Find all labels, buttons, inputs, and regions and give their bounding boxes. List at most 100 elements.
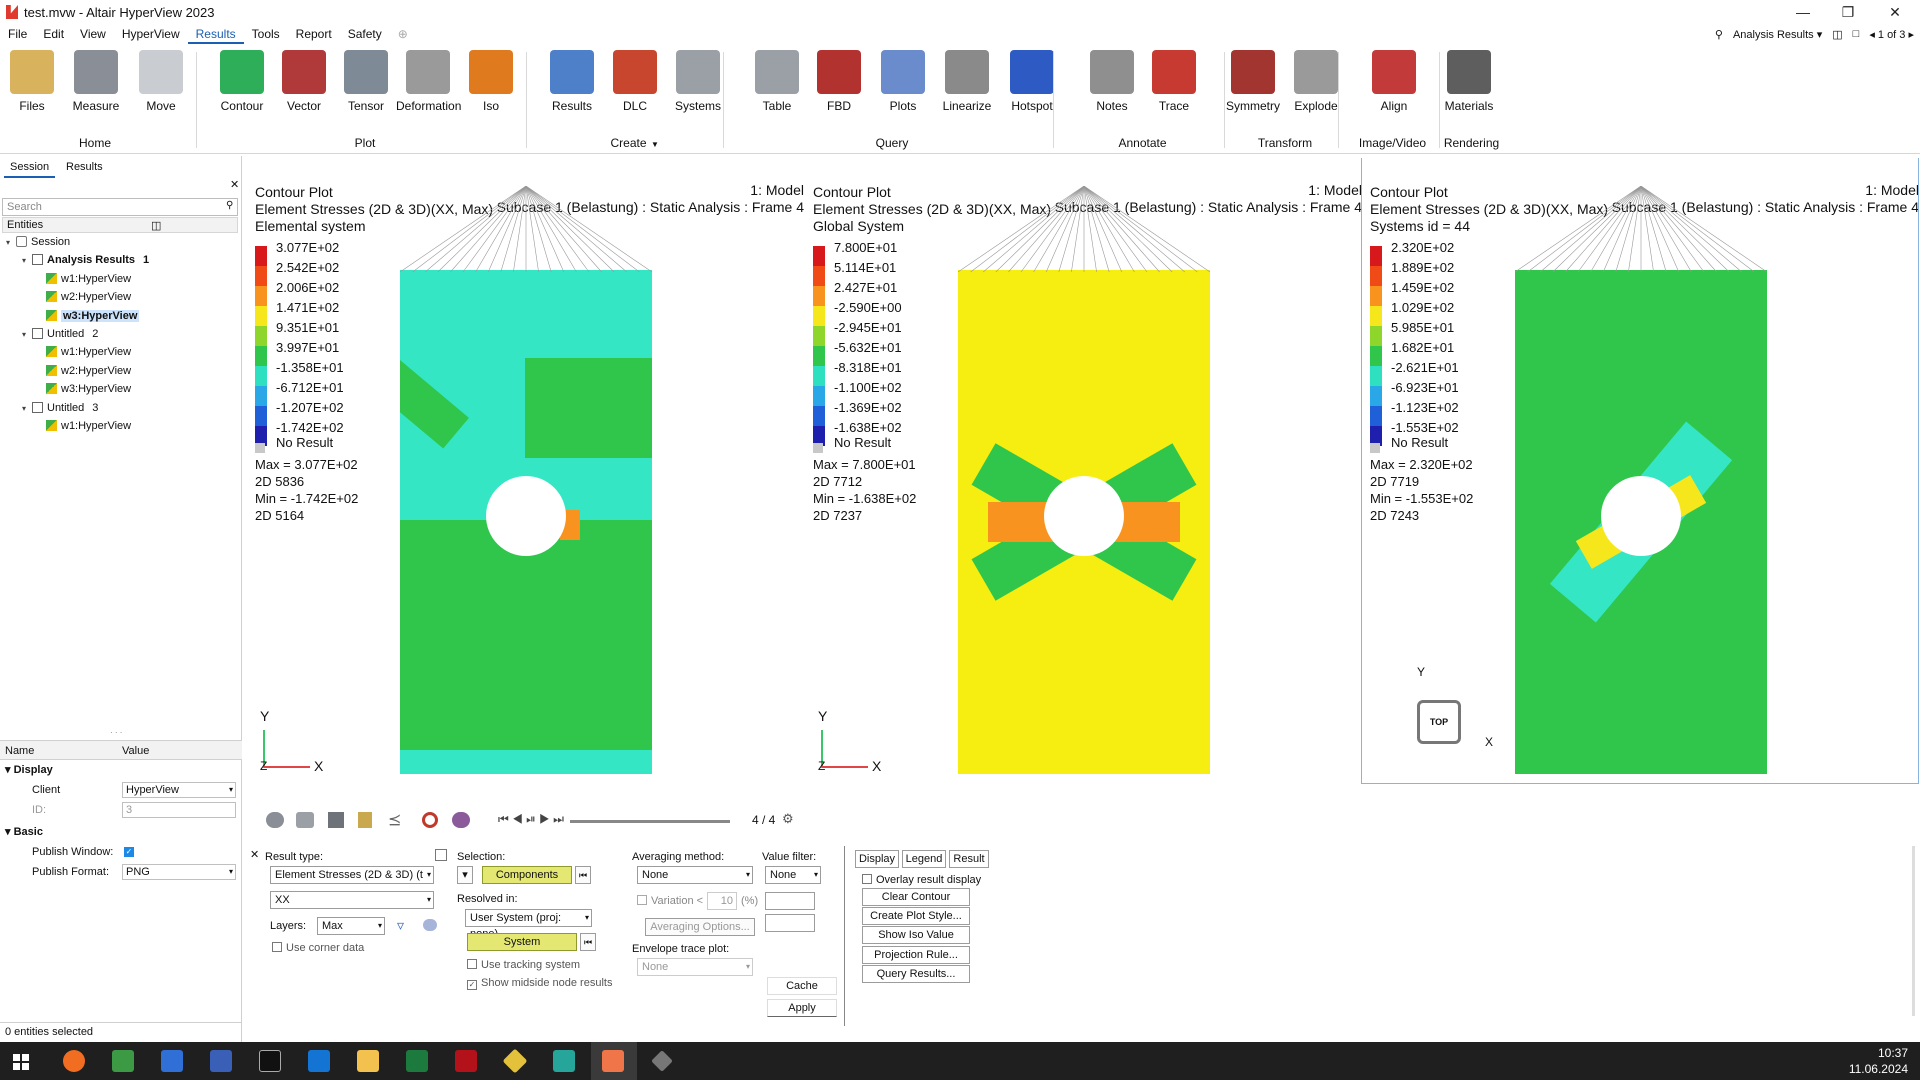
- close-button[interactable]: ✕: [1880, 2, 1910, 22]
- camera-icon[interactable]: [452, 812, 470, 828]
- app-icon[interactable]: [455, 1050, 477, 1072]
- save-icon[interactable]: [210, 1050, 232, 1072]
- system-button[interactable]: System: [467, 933, 577, 951]
- view-icon[interactable]: [266, 812, 284, 828]
- frame-slider[interactable]: [570, 820, 730, 823]
- projection-rule-button[interactable]: Projection Rule...: [862, 945, 970, 964]
- tool-measure[interactable]: Measure: [64, 50, 128, 113]
- expand-icon[interactable]: ▾: [22, 327, 32, 343]
- system-reset-button[interactable]: ⏮: [580, 933, 596, 951]
- tool-fbd[interactable]: FBD: [807, 50, 871, 113]
- contour-mesh[interactable]: [400, 270, 652, 774]
- menu-edit[interactable]: Edit: [35, 24, 72, 44]
- menu-results[interactable]: Results: [187, 24, 244, 44]
- section-basic[interactable]: ▾ Basic: [0, 822, 242, 842]
- terminal-icon[interactable]: [259, 1050, 281, 1072]
- menu-report[interactable]: Report: [288, 24, 340, 44]
- publish-window-checkbox[interactable]: ✓: [124, 847, 134, 857]
- tool-plots[interactable]: Plots: [871, 50, 935, 113]
- app-icon[interactable]: [502, 1048, 528, 1074]
- expand-icon[interactable]: ▾: [6, 235, 16, 251]
- viewport-2[interactable]: Contour Plot Element Stresses (2D & 3D)(X…: [808, 178, 1362, 778]
- zoom-icon[interactable]: [422, 812, 438, 828]
- tree-item-untitled[interactable]: ▾ Untitled 3: [22, 400, 98, 416]
- excel-icon[interactable]: [406, 1050, 428, 1072]
- search-icon[interactable]: ⚲: [1715, 28, 1723, 41]
- splitter-handle[interactable]: · · ·: [110, 728, 122, 737]
- display-icon[interactable]: [296, 812, 314, 828]
- close-panel-icon[interactable]: ✕: [230, 178, 239, 191]
- add-menu-icon[interactable]: ⊕: [390, 24, 416, 44]
- filter-icon[interactable]: ◫: [151, 219, 161, 232]
- tool-results[interactable]: Results: [540, 50, 604, 113]
- hyperview-icon[interactable]: [602, 1050, 624, 1072]
- outlook-icon[interactable]: [308, 1050, 330, 1072]
- scrollbar[interactable]: [1912, 846, 1915, 1016]
- viewport-3[interactable]: Contour Plot Element Stresses (2D & 3D)(X…: [1361, 158, 1919, 784]
- powershell-icon[interactable]: [161, 1050, 183, 1072]
- client-select[interactable]: HyperView ▾: [122, 782, 236, 798]
- create-plot-style-button[interactable]: Create Plot Style...: [862, 907, 970, 926]
- value-filter-min[interactable]: [765, 892, 815, 910]
- show-midside-checkbox[interactable]: ✓ Show midside node results: [467, 977, 612, 990]
- tool-hotspot[interactable]: Hotspot: [1000, 50, 1064, 113]
- variation-checkbox[interactable]: Variation <: [637, 895, 703, 907]
- tool-iso[interactable]: Iso: [459, 50, 523, 113]
- menu-tools[interactable]: Tools: [244, 24, 288, 44]
- layers-icon[interactable]: [423, 919, 437, 931]
- close-panel-icon[interactable]: ✕: [250, 848, 259, 861]
- tool-dlc[interactable]: DLC: [603, 50, 667, 113]
- animation-controls[interactable]: ⏮ ◀ ⏯ ▶ ⏭: [498, 812, 564, 827]
- averaging-options-button[interactable]: Averaging Options...: [645, 918, 755, 936]
- app-icon[interactable]: [112, 1050, 134, 1072]
- menu-hyperview[interactable]: HyperView: [114, 24, 188, 44]
- value-filter-select[interactable]: None ▾: [765, 866, 821, 884]
- tool-symmetry[interactable]: Symmetry: [1221, 50, 1285, 113]
- use-tracking-checkbox[interactable]: Use tracking system: [467, 959, 580, 971]
- tool-notes[interactable]: Notes: [1080, 50, 1144, 113]
- result-type-select[interactable]: Element Stresses (2D & 3D) (t ▾: [270, 866, 434, 884]
- tool-materials[interactable]: Materials: [1437, 50, 1501, 113]
- expand-icon[interactable]: ▾: [22, 253, 32, 269]
- tab-results[interactable]: Results: [60, 158, 109, 176]
- minimize-button[interactable]: —: [1788, 2, 1818, 22]
- layers-select[interactable]: Max ▾: [317, 917, 385, 935]
- tool-tensor[interactable]: Tensor: [334, 50, 398, 113]
- tool-linearize[interactable]: Linearize: [935, 50, 999, 113]
- component-select[interactable]: XX ▾: [270, 891, 434, 909]
- tree-item-analysis-results[interactable]: ▾ Analysis Results 1: [22, 252, 149, 268]
- app-icon[interactable]: [651, 1050, 673, 1072]
- filter-icon[interactable]: ▿: [397, 917, 404, 934]
- envelope-select[interactable]: None ▾: [637, 958, 753, 976]
- windows-start-icon[interactable]: [13, 1054, 29, 1070]
- tool-deformation[interactable]: Deformation: [396, 50, 461, 113]
- show-iso-value-button[interactable]: Show Iso Value: [862, 926, 970, 945]
- expand-icon[interactable]: ▾: [22, 401, 32, 417]
- tool-vector[interactable]: Vector: [272, 50, 336, 113]
- axes-icon[interactable]: ⪯: [388, 810, 401, 830]
- tree-item-w2-hyperview[interactable]: w2:HyperView: [46, 363, 131, 379]
- tree-item-w3-hyperview[interactable]: w3:HyperView: [46, 381, 131, 397]
- tree-item-w3-hyperview[interactable]: w3:HyperView: [46, 308, 140, 324]
- search-input[interactable]: Search: [2, 198, 238, 216]
- menu-view[interactable]: View: [72, 24, 114, 44]
- tree-item-w1-hyperview[interactable]: w1:HyperView: [46, 344, 131, 360]
- averaging-select[interactable]: None ▾: [637, 866, 753, 884]
- file-explorer-icon[interactable]: [357, 1050, 379, 1072]
- create-dropdown-icon[interactable]: ▼: [651, 140, 659, 149]
- tree-item-w2-hyperview[interactable]: w2:HyperView: [46, 289, 131, 305]
- add-page-icon[interactable]: □: [1853, 28, 1860, 40]
- variation-input[interactable]: 10: [707, 892, 737, 910]
- page-select[interactable]: Analysis Results ▾: [1733, 28, 1822, 41]
- tab-result[interactable]: Result: [949, 850, 989, 868]
- tool-table[interactable]: Table: [745, 50, 809, 113]
- tree-item-untitled[interactable]: ▾ Untitled 2: [22, 326, 98, 342]
- contour-mesh[interactable]: [958, 270, 1210, 774]
- query-results-button[interactable]: Query Results...: [862, 964, 970, 983]
- clear-contour-button[interactable]: Clear Contour: [862, 888, 970, 906]
- tab-display[interactable]: Display: [855, 850, 899, 868]
- menu-safety[interactable]: Safety: [340, 24, 390, 44]
- tool-files[interactable]: Files: [0, 50, 64, 113]
- tool-align[interactable]: Align: [1362, 50, 1426, 113]
- tool-systems[interactable]: Systems: [666, 50, 730, 113]
